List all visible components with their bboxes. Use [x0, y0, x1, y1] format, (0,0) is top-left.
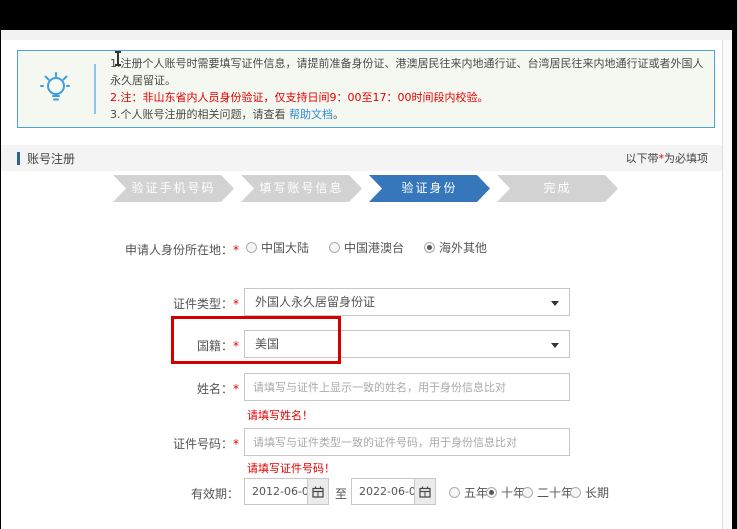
browser-viewport: 1.注册个人账号时需要填写证件信息，请提前准备身份证、港澳居民往来内地通行证、台… [1, 30, 732, 529]
cert-no-required-star: * [233, 437, 239, 451]
notice-line-1: 1.注册个人账号时需要填写证件信息，请提前准备身份证、港澳居民往来内地通行证、台… [110, 55, 704, 89]
text-cursor-icon [117, 52, 119, 65]
radio-selected-icon [486, 487, 497, 498]
validity-label: 有效期： [1, 485, 239, 502]
radio-ten-years[interactable]: 十年 [486, 484, 525, 500]
notice-line-3-text: 3.个人账号注册的相关问题，请查看 [110, 108, 289, 121]
location-label-text: 申请人身份所在地： [125, 243, 233, 257]
name-input[interactable] [244, 373, 570, 401]
step-complete: 完成 [497, 175, 618, 202]
screen: { "notice": { "line1": "1.注册个人账号时需要填写证件信… [0, 0, 737, 529]
radio-selected-icon [424, 242, 435, 253]
radio-label: 海外其他 [439, 239, 487, 256]
name-label: 姓名：* [1, 380, 239, 397]
cert-no-label-text: 证件号码： [173, 437, 233, 451]
dropdown-arrow-icon [551, 301, 559, 306]
validity-label-text: 有效期： [191, 487, 239, 501]
notice-line-3: 3.个人账号注册的相关问题，请查看 帮助文档。 [110, 106, 704, 123]
cert-no-input[interactable] [244, 428, 570, 456]
validity-start-datebox [244, 478, 329, 505]
cert-type-select[interactable]: 外国人永久居留身份证 [244, 288, 570, 316]
nationality-value: 美国 [255, 337, 279, 351]
radio-label: 中国港澳台 [344, 239, 404, 256]
required-note-suffix: 为必填项 [664, 152, 708, 165]
name-error: 请填写姓名！ [247, 407, 313, 423]
notice-line-2: 2.注：非山东省内人员身份验证，仅支持日间9：00至17：00时间段内校验。 [110, 89, 704, 106]
required-note-prefix: 以下带 [626, 152, 659, 165]
radio-label: 五年 [464, 484, 488, 501]
cert-type-label-text: 证件类型： [173, 297, 233, 311]
radio-icon [570, 487, 581, 498]
required-fields-note: 以下带*为必填项 [626, 150, 709, 166]
title-accent-bar [17, 152, 20, 165]
validity-end-input[interactable] [352, 479, 414, 504]
validity-end-datebox [351, 478, 436, 505]
name-required-star: * [233, 382, 239, 396]
radio-five-years[interactable]: 五年 [449, 484, 488, 500]
location-required-star: * [233, 243, 239, 257]
cert-type-label: 证件类型：* [1, 295, 239, 312]
notice-box: 1.注册个人账号时需要填写证件信息，请提前准备身份证、港澳居民往来内地通行证、台… [17, 50, 715, 128]
nationality-label-text: 国籍： [197, 339, 233, 353]
cert-no-label: 证件号码：* [1, 435, 239, 452]
cert-no-error: 请填写证件号码！ [247, 460, 335, 476]
section-header: 账号注册 以下带*为必填项 [1, 145, 722, 171]
radio-icon [522, 487, 533, 498]
validity-start-input[interactable] [245, 479, 307, 504]
step-wizard: 验证手机号码 填写账号信息 验证身份 完成 [113, 175, 618, 202]
radio-label: 二十年 [537, 484, 573, 501]
top-band [1, 30, 732, 40]
radio-overseas-other[interactable]: 海外其他 [424, 239, 487, 255]
radio-hk-macao-taiwan[interactable]: 中国港澳台 [329, 239, 404, 255]
radio-twenty-years[interactable]: 二十年 [522, 484, 573, 500]
calendar-button[interactable] [307, 479, 328, 504]
calendar-icon [312, 486, 324, 498]
calendar-icon [419, 486, 431, 498]
calendar-button[interactable] [414, 479, 435, 504]
step-account-info: 填写账号信息 [241, 175, 362, 202]
radio-icon [329, 242, 340, 253]
dropdown-arrow-icon [551, 343, 559, 348]
radio-china-mainland[interactable]: 中国大陆 [246, 239, 309, 255]
step-verify-phone: 验证手机号码 [113, 175, 234, 202]
radio-icon [449, 487, 460, 498]
radio-label: 长期 [585, 484, 609, 501]
name-label-text: 姓名： [197, 382, 233, 396]
nationality-select[interactable]: 美国 [244, 330, 570, 358]
vertical-scrollbar[interactable] [722, 40, 732, 529]
page-title: 账号注册 [27, 150, 75, 167]
nationality-required-star: * [233, 339, 239, 353]
date-range-to-label: 至 [335, 485, 347, 502]
radio-long-term[interactable]: 长期 [570, 484, 609, 500]
radio-label: 中国大陆 [261, 239, 309, 256]
cert-type-required-star: * [233, 297, 239, 311]
nationality-label: 国籍：* [1, 337, 239, 354]
lightbulb-icon [18, 69, 94, 109]
cert-type-value: 外国人永久居留身份证 [255, 295, 375, 309]
step-verify-identity: 验证身份 [369, 175, 490, 202]
help-doc-link[interactable]: 帮助文档 [289, 108, 333, 121]
notice-line-3-suffix: 。 [333, 108, 344, 121]
radio-icon [246, 242, 257, 253]
location-label: 申请人身份所在地：* [1, 241, 239, 258]
